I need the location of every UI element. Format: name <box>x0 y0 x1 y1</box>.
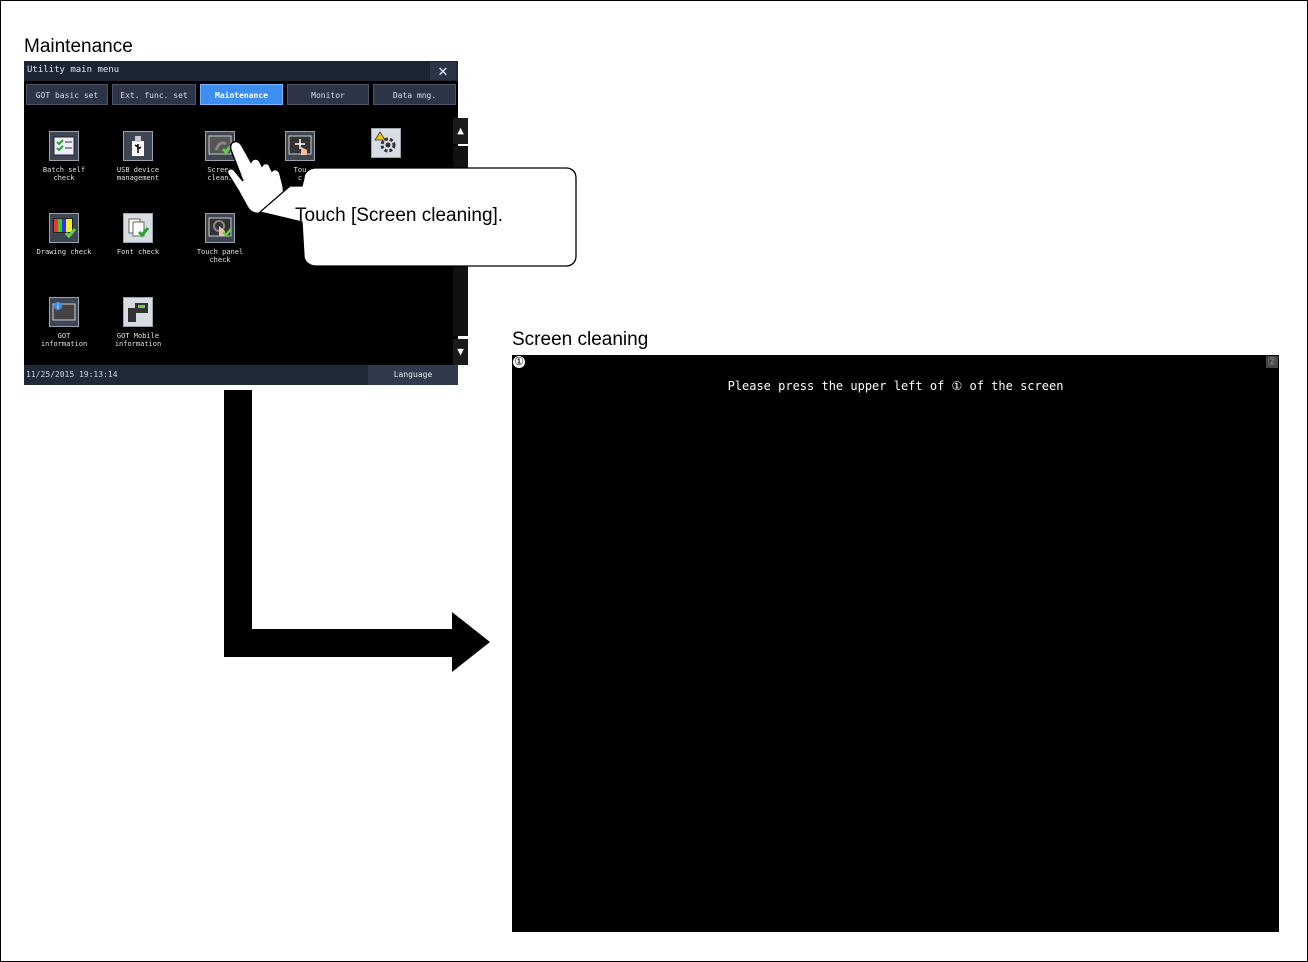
flow-arrow-horizontal <box>224 629 460 657</box>
usb-icon <box>123 131 153 161</box>
marker-1[interactable]: ① <box>513 356 525 368</box>
tile-label: USB device management <box>116 166 160 182</box>
language-button[interactable]: Language <box>368 365 458 385</box>
marker-2[interactable]: ② <box>1266 356 1278 368</box>
screen-cleaning-icon <box>205 131 235 161</box>
tab-data-mng[interactable]: Data mng. <box>373 84 456 105</box>
flow-arrow-head-icon <box>452 612 490 672</box>
title-bar: Utility main menu ✕ <box>24 61 458 81</box>
gear-warning-icon <box>371 128 401 158</box>
scroll-track[interactable] <box>453 146 468 336</box>
tab-bar: GOT basic set Ext. func. set Maintenance… <box>24 84 458 105</box>
tile-label: Drawing check <box>36 248 92 256</box>
tile-label: Font check <box>116 248 160 256</box>
svg-text:i: i <box>57 303 59 311</box>
window-title: Utility main menu <box>27 65 120 75</box>
tile-label: Touch panel check <box>196 248 244 264</box>
tab-monitor[interactable]: Monitor <box>287 84 369 105</box>
callout-text: Touch [Screen cleaning]. <box>295 205 504 226</box>
tile-label: Tou c <box>293 166 307 182</box>
datetime: 11/25/2015 19:13:14 <box>26 370 118 379</box>
tile-label: GOT information <box>40 332 88 348</box>
checklist-icon <box>49 131 79 161</box>
tile-label: Batch self check <box>42 166 86 182</box>
flow-arrow-vertical <box>224 390 252 656</box>
status-bar: 11/25/2015 19:13:14 Language <box>24 365 458 385</box>
menu-content: Batch self check USB device management S… <box>24 106 452 365</box>
close-button[interactable]: ✕ <box>430 62 456 80</box>
cleaning-instruction: Please press the upper left of ① of the … <box>727 379 1064 393</box>
info-icon: i <box>49 297 79 327</box>
tile-label: Screen cleani <box>207 166 233 182</box>
touch-panel-check-icon <box>205 213 235 243</box>
tab-maintenance[interactable]: Maintenance <box>200 84 283 105</box>
scrollbar[interactable]: ▲ ▼ <box>453 118 468 365</box>
maintenance-caption: Maintenance <box>24 36 133 57</box>
screen-cleaning-caption: Screen cleaning <box>512 329 649 350</box>
mobile-icon <box>123 297 153 327</box>
tile-label: GOT Mobile information <box>114 332 162 348</box>
tab-got-basic-set[interactable]: GOT basic set <box>26 84 108 105</box>
scroll-up-icon[interactable]: ▲ <box>453 118 468 144</box>
touch-panel-calibration-icon <box>285 131 315 161</box>
tab-ext-func-set[interactable]: Ext. func. set <box>112 84 196 105</box>
scroll-down-icon[interactable]: ▼ <box>453 339 468 365</box>
font-check-icon <box>123 213 153 243</box>
screen-cleaning-window[interactable]: ① ② Please press the upper left of ① of … <box>512 355 1279 932</box>
drawing-check-icon <box>49 213 79 243</box>
